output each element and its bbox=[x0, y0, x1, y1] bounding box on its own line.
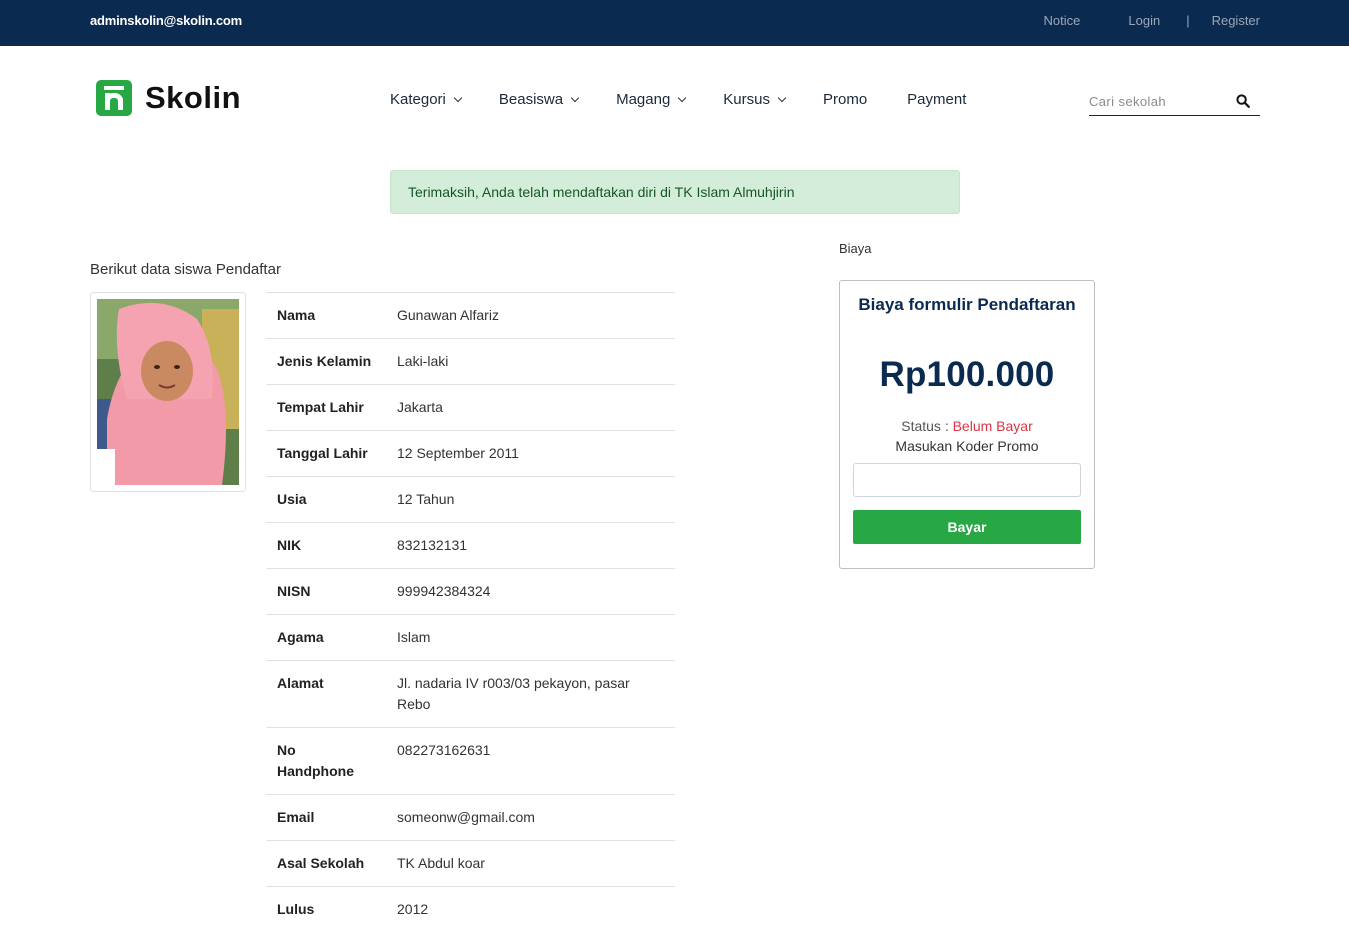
table-row: NamaGunawan Alfariz bbox=[266, 293, 675, 339]
row-label: Lulus bbox=[266, 887, 386, 932]
row-value: Gunawan Alfariz bbox=[386, 293, 675, 339]
row-value: TK Abdul koar bbox=[386, 841, 675, 887]
nav-kategori[interactable]: Kategori bbox=[390, 91, 461, 108]
table-row: Tempat LahirJakarta bbox=[266, 385, 675, 431]
status-badge: Belum Bayar bbox=[953, 418, 1033, 434]
nav-payment-label: Payment bbox=[907, 91, 966, 108]
nav-magang[interactable]: Magang bbox=[616, 91, 685, 108]
logo-text: Skolin bbox=[145, 80, 241, 116]
row-label: Agama bbox=[266, 615, 386, 661]
student-section-title: Berikut data siswa Pendaftar bbox=[90, 261, 281, 278]
nav-kategori-label: Kategori bbox=[390, 91, 446, 108]
table-row: AlamatJl. nadaria IV r003/03 pekayon, pa… bbox=[266, 661, 675, 728]
row-value: 12 September 2011 bbox=[386, 431, 675, 477]
top-links: Notice Login | Register bbox=[1044, 13, 1260, 28]
row-value: Jakarta bbox=[386, 385, 675, 431]
chevron-down-icon bbox=[571, 93, 579, 101]
row-value: Islam bbox=[386, 615, 675, 661]
table-row: No Handphone082273162631 bbox=[266, 728, 675, 795]
nav-magang-label: Magang bbox=[616, 91, 670, 108]
nav-beasiswa-label: Beasiswa bbox=[499, 91, 563, 108]
row-label: Jenis Kelamin bbox=[266, 339, 386, 385]
row-value: 082273162631 bbox=[386, 728, 675, 795]
user-email: adminskolin@skolin.com bbox=[90, 13, 242, 28]
chevron-down-icon bbox=[454, 93, 462, 101]
row-label: Email bbox=[266, 795, 386, 841]
chevron-down-icon bbox=[678, 93, 686, 101]
fee-card: Biaya formulir Pendaftaran Rp100.000 Sta… bbox=[839, 280, 1095, 569]
row-label: Nama bbox=[266, 293, 386, 339]
row-value: Laki-laki bbox=[386, 339, 675, 385]
table-row: Asal SekolahTK Abdul koar bbox=[266, 841, 675, 887]
row-value: 2012 bbox=[386, 887, 675, 932]
search-input[interactable] bbox=[1089, 94, 1229, 109]
row-label: Alamat bbox=[266, 661, 386, 728]
row-value: 999942384324 bbox=[386, 569, 675, 615]
site-logo[interactable]: Skolin bbox=[96, 80, 241, 116]
register-link[interactable]: Register bbox=[1212, 13, 1260, 28]
row-value: 12 Tahun bbox=[386, 477, 675, 523]
top-bar: adminskolin@skolin.com Notice Login | Re… bbox=[0, 0, 1349, 46]
search-icon[interactable] bbox=[1236, 94, 1250, 108]
notice-link[interactable]: Notice bbox=[1044, 13, 1081, 28]
payment-status: Status : Belum Bayar bbox=[840, 418, 1094, 434]
row-label: Tempat Lahir bbox=[266, 385, 386, 431]
fee-price: Rp100.000 bbox=[840, 355, 1094, 395]
row-label: Usia bbox=[266, 477, 386, 523]
row-label: Asal Sekolah bbox=[266, 841, 386, 887]
logo-icon bbox=[96, 80, 132, 116]
table-row: AgamaIslam bbox=[266, 615, 675, 661]
status-label: Status : bbox=[901, 418, 948, 434]
nav-kursus-label: Kursus bbox=[723, 91, 770, 108]
main-nav: Kategori Beasiswa Magang Kursus Promo Pa… bbox=[390, 91, 966, 108]
nav-payment[interactable]: Payment bbox=[907, 91, 966, 108]
login-link[interactable]: Login bbox=[1128, 13, 1160, 28]
student-photo bbox=[90, 292, 246, 492]
nav-kursus[interactable]: Kursus bbox=[723, 91, 785, 108]
nav-promo-label: Promo bbox=[823, 91, 867, 108]
student-data-table: NamaGunawan Alfariz Jenis KelaminLaki-la… bbox=[266, 292, 675, 932]
nav-promo[interactable]: Promo bbox=[823, 91, 867, 108]
table-row: NISN999942384324 bbox=[266, 569, 675, 615]
row-value: someonw@gmail.com bbox=[386, 795, 675, 841]
chevron-down-icon bbox=[778, 93, 786, 101]
row-value: 832132131 bbox=[386, 523, 675, 569]
table-row: Lulus2012 bbox=[266, 887, 675, 932]
nav-beasiswa[interactable]: Beasiswa bbox=[499, 91, 578, 108]
pay-button[interactable]: Bayar bbox=[853, 510, 1081, 544]
row-value: Jl. nadaria IV r003/03 pekayon, pasar Re… bbox=[386, 661, 675, 728]
promo-code-input[interactable] bbox=[853, 463, 1081, 497]
search-box bbox=[1089, 88, 1260, 116]
promo-label: Masukan Koder Promo bbox=[840, 438, 1094, 454]
fee-section-label: Biaya bbox=[839, 241, 872, 256]
table-row: NIK832132131 bbox=[266, 523, 675, 569]
success-alert: Terimaksih, Anda telah mendaftakan diri … bbox=[390, 170, 960, 214]
table-row: Jenis KelaminLaki-laki bbox=[266, 339, 675, 385]
row-label: NIK bbox=[266, 523, 386, 569]
student-photo-image bbox=[97, 299, 239, 485]
table-row: Tanggal Lahir12 September 2011 bbox=[266, 431, 675, 477]
link-separator: | bbox=[1186, 13, 1189, 28]
row-label: No Handphone bbox=[266, 728, 386, 795]
table-row: Emailsomeonw@gmail.com bbox=[266, 795, 675, 841]
row-label: Tanggal Lahir bbox=[266, 431, 386, 477]
table-row: Usia12 Tahun bbox=[266, 477, 675, 523]
row-label: NISN bbox=[266, 569, 386, 615]
fee-card-title: Biaya formulir Pendaftaran bbox=[840, 295, 1094, 315]
